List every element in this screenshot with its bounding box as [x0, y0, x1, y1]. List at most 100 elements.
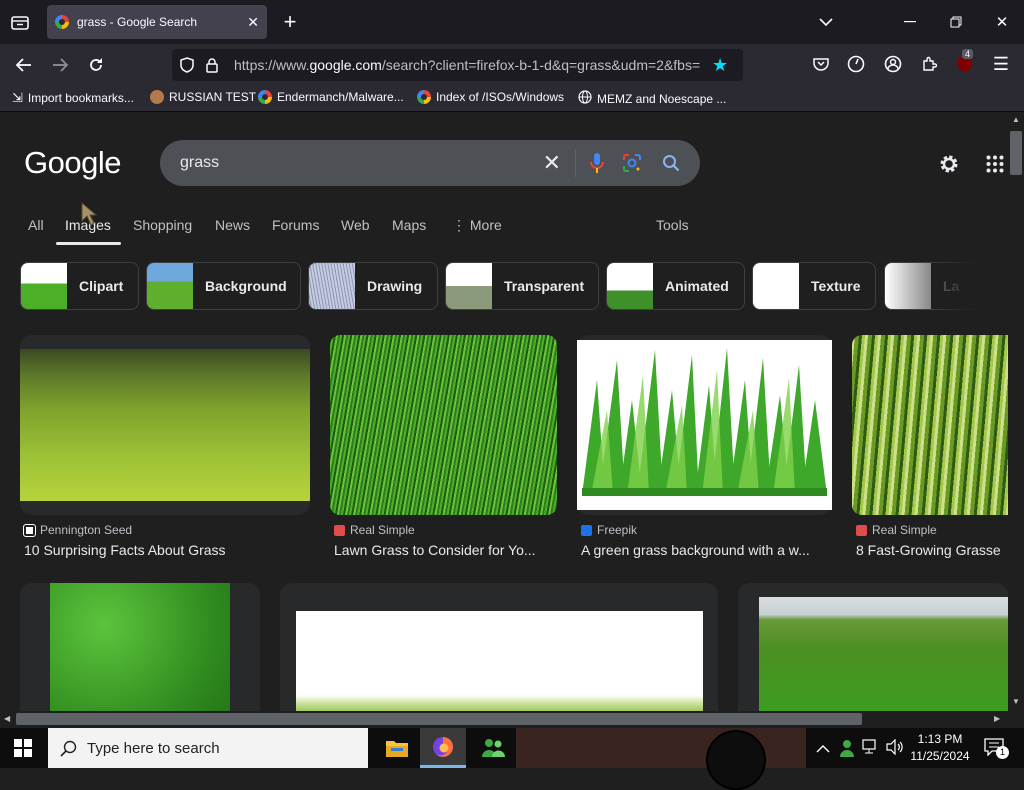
result-title[interactable]: A green grass background with a w... [581, 542, 836, 558]
scroll-right-icon[interactable]: ▶ [994, 714, 1000, 723]
result-title[interactable]: 8 Fast-Growing Grasse [856, 542, 1008, 558]
result-card[interactable] [280, 583, 718, 711]
result-image[interactable] [330, 335, 557, 515]
ublock-icon[interactable]: 4 [954, 49, 976, 75]
clock-time[interactable]: 1:13 PM [910, 732, 970, 746]
chip-label: Transparent [504, 278, 585, 294]
chip-fade [930, 262, 1008, 310]
scroll-down-icon[interactable]: ▼ [1012, 697, 1020, 706]
pocket-icon[interactable] [810, 53, 832, 75]
restore-icon[interactable] [944, 10, 968, 34]
result-source[interactable]: Freepik [581, 523, 637, 537]
account-icon[interactable] [882, 53, 904, 75]
settings-gear-icon[interactable] [937, 152, 961, 176]
vertical-scroll-thumb[interactable] [1010, 131, 1022, 175]
tools-button[interactable]: Tools [656, 217, 689, 233]
chip-drawing[interactable]: Drawing [308, 262, 438, 310]
horizontal-scroll-thumb[interactable] [16, 713, 862, 725]
result-title[interactable]: Lawn Grass to Consider for Yo... [334, 542, 561, 558]
search-icon[interactable] [662, 154, 680, 172]
firefox-taskbar-icon[interactable] [420, 728, 466, 768]
extensions-puzzle-icon[interactable] [918, 53, 940, 75]
google-icon [417, 90, 431, 104]
tab-forums[interactable]: Forums [272, 217, 319, 233]
search-input[interactable]: grass [180, 154, 543, 172]
google-lens-icon[interactable] [622, 153, 642, 173]
avatar-icon [150, 90, 164, 104]
windows-start-icon[interactable] [14, 739, 32, 757]
tab-maps[interactable]: Maps [392, 217, 426, 233]
file-explorer-icon[interactable] [374, 728, 420, 768]
result-title[interactable]: 10 Surprising Facts About Grass [24, 542, 314, 558]
result-card[interactable] [738, 583, 1008, 711]
bookmark-isos[interactable]: Index of /ISOs/Windows [417, 90, 564, 104]
scroll-left-icon[interactable]: ◀ [4, 714, 10, 723]
tab-more[interactable]: ⋮ More [452, 217, 502, 234]
result-card[interactable] [577, 335, 832, 515]
close-window-icon[interactable]: ✕ [990, 10, 1014, 34]
tab-shopping[interactable]: Shopping [133, 217, 192, 233]
forward-arrow-icon[interactable] [48, 53, 72, 77]
reload-icon[interactable] [84, 53, 108, 77]
result-image[interactable] [50, 583, 230, 711]
tab-list-icon[interactable] [8, 10, 32, 34]
windows-taskbar: Type here to search 1:13 PM 11/25/2024 1 [0, 728, 1024, 790]
chip-transparent[interactable]: Transparent [445, 262, 599, 310]
new-tab-button[interactable]: + [278, 9, 302, 34]
tab-title: grass - Google Search [77, 15, 198, 29]
network-icon[interactable] [862, 739, 880, 757]
lock-icon[interactable] [206, 57, 224, 73]
result-image[interactable] [296, 611, 703, 711]
bookmark-star-icon[interactable]: ★ [712, 55, 728, 76]
result-card[interactable] [852, 335, 1008, 515]
result-card[interactable] [20, 583, 260, 711]
bookmark-import[interactable]: ⇲ Import bookmarks... [12, 90, 134, 106]
notification-count: 1 [996, 746, 1009, 759]
timer-extension-icon[interactable] [845, 53, 867, 75]
address-bar[interactable]: https://www.google.com/search?client=fir… [172, 49, 743, 81]
tab-news[interactable]: News [215, 217, 250, 233]
clock-date[interactable]: 11/25/2024 [906, 749, 974, 763]
result-source[interactable]: Real Simple [334, 523, 415, 537]
tab-all[interactable]: All [28, 217, 44, 233]
tab-web[interactable]: Web [341, 217, 370, 233]
result-image[interactable] [20, 349, 310, 501]
wallpaper-shape [706, 730, 766, 790]
volume-icon[interactable] [886, 738, 904, 757]
microphone-icon[interactable] [590, 152, 604, 174]
notification-center-icon[interactable]: 1 [984, 738, 1009, 759]
people-tray-icon[interactable] [838, 738, 856, 758]
result-source[interactable]: Pennington Seed [23, 523, 132, 537]
taskbar-search-box[interactable]: Type here to search [48, 728, 368, 768]
minimize-icon[interactable] [898, 10, 922, 34]
chevron-down-icon[interactable] [814, 10, 838, 34]
result-card[interactable] [20, 335, 310, 515]
menu-hamburger-icon[interactable]: ☰ [990, 53, 1012, 75]
bookmark-endermanch[interactable]: Endermanch/Malware... [258, 90, 404, 104]
chip-animated[interactable]: Animated [606, 262, 745, 310]
bookmark-russian-test[interactable]: RUSSIAN TEST [150, 90, 256, 104]
apps-grid-icon[interactable] [986, 155, 1004, 173]
google-logo[interactable]: Google [24, 145, 121, 181]
chip-texture[interactable]: Texture [752, 262, 876, 310]
result-card[interactable] [330, 335, 557, 515]
scroll-up-icon[interactable]: ▲ [1012, 115, 1020, 124]
taskbar-search-placeholder: Type here to search [87, 739, 220, 757]
vertical-scrollbar[interactable]: ▲ ▼ [1008, 113, 1024, 711]
messenger-icon[interactable] [470, 728, 516, 768]
chip-clipart[interactable]: Clipart [20, 262, 139, 310]
result-image[interactable] [759, 597, 1008, 711]
result-source[interactable]: Real Simple [856, 523, 937, 537]
close-tab-icon[interactable]: ✕ [247, 14, 259, 31]
result-image[interactable] [852, 335, 1008, 515]
shield-icon[interactable] [180, 57, 198, 73]
back-arrow-icon[interactable] [12, 53, 36, 77]
active-tab[interactable]: grass - Google Search ✕ [47, 5, 267, 39]
chip-background[interactable]: Background [146, 262, 301, 310]
search-box[interactable]: grass ✕ [160, 140, 700, 186]
bookmark-memz[interactable]: MEMZ and Noescape ... [578, 90, 726, 107]
result-image[interactable] [577, 340, 832, 510]
horizontal-scrollbar[interactable]: ◀ ▶ [0, 711, 1024, 727]
tray-chevron-up-icon[interactable] [816, 740, 830, 754]
clear-search-icon[interactable]: ✕ [543, 150, 561, 176]
